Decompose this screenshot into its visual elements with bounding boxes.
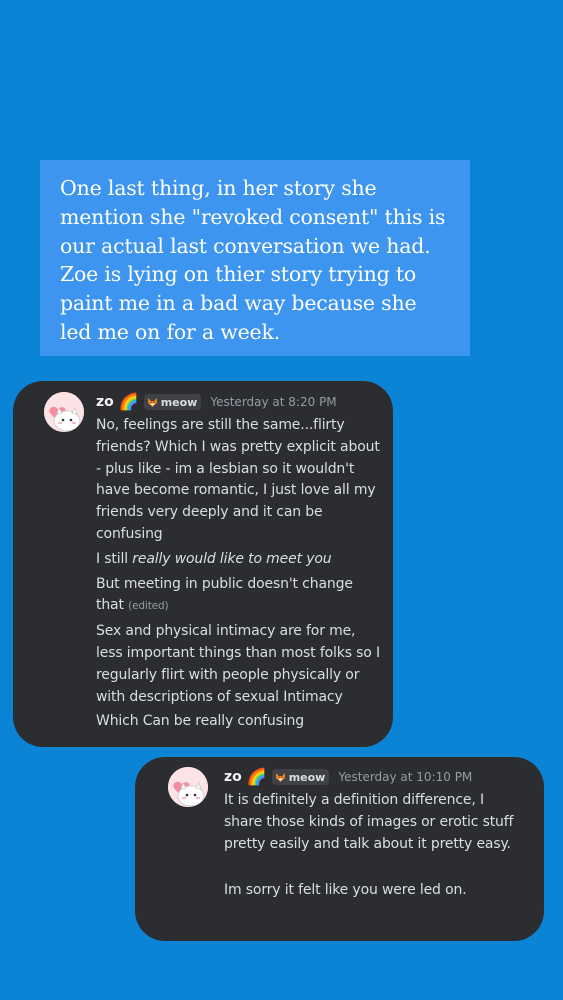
avatar[interactable] <box>44 392 84 432</box>
message-text: Im sorry it felt like you were led on. <box>224 882 467 899</box>
story-caption-text: One last thing, in her story she mention… <box>60 176 446 344</box>
message-text-part: I still <box>96 550 133 567</box>
message-text: Sex and physical intimacy are for me, le… <box>96 623 380 705</box>
message-text: No, feelings are still the same...flirty… <box>96 417 380 542</box>
fox-icon <box>147 397 157 407</box>
username[interactable]: zo <box>96 394 114 410</box>
server-tag-label: meow <box>160 395 198 409</box>
message-header: zo 🌈 meow Yesterday at 8:20 PM <box>96 394 337 410</box>
message-text: I still really would like to meet you <box>96 549 381 571</box>
message-text: Which Can be really confusing <box>96 713 304 730</box>
server-tag-label: meow <box>288 770 326 784</box>
rainbow-badge-icon: 🌈 <box>246 767 267 786</box>
cat-avatar-icon <box>44 392 84 432</box>
fox-icon <box>275 772 285 782</box>
timestamp: Yesterday at 8:20 PM <box>210 395 337 409</box>
story-caption-box: One last thing, in her story she mention… <box>40 160 470 356</box>
username[interactable]: zo <box>224 769 242 785</box>
server-tag[interactable]: meow <box>143 394 202 410</box>
message-header: zo 🌈 meow Yesterday at 10:10 PM <box>224 769 472 785</box>
message-text: But meeting in public doesn't change tha… <box>96 574 381 619</box>
message-body: It is definitely a definition difference… <box>224 790 524 905</box>
message-card: zo 🌈 meow Yesterday at 10:10 PM It is de… <box>135 757 544 941</box>
server-tag[interactable]: meow <box>271 769 330 785</box>
edited-label: (edited) <box>128 600 169 613</box>
message-card: zo 🌈 meow Yesterday at 8:20 PM No, feeli… <box>13 381 393 747</box>
message-text: It is definitely a definition difference… <box>224 792 514 852</box>
message-italic-text: really would like to meet you <box>132 550 332 567</box>
message-body: No, feelings are still the same...flirty… <box>96 415 381 736</box>
cat-avatar-icon <box>168 767 208 807</box>
avatar[interactable] <box>168 767 208 807</box>
timestamp: Yesterday at 10:10 PM <box>338 770 473 784</box>
rainbow-badge-icon: 🌈 <box>118 392 139 411</box>
